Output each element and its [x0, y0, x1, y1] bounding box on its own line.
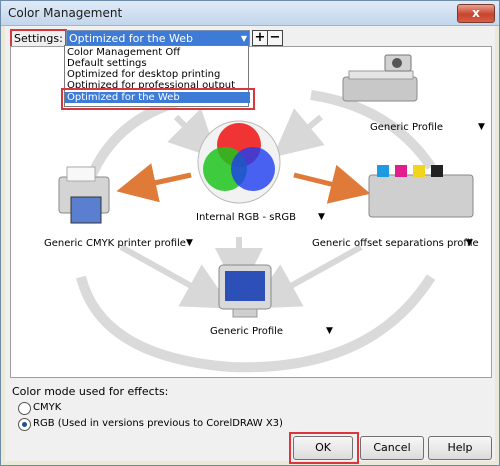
offset-press-icon	[368, 165, 474, 218]
arrow-to-offset	[293, 164, 371, 204]
add-preset-button[interactable]: +	[252, 30, 268, 46]
monitor-profile-dropdown-icon[interactable]: ▼	[326, 326, 333, 336]
option-desktop-printing[interactable]: Optimized for desktop printing	[67, 69, 220, 80]
rgb-radio-label[interactable]: RGB (Used in versions previous to CorelD…	[33, 418, 283, 429]
close-button[interactable]: x	[457, 4, 495, 23]
cancel-button[interactable]: Cancel	[360, 436, 424, 460]
internal-rgb-label[interactable]: Internal RGB - sRGB	[196, 212, 296, 223]
printer-profile-label[interactable]: Generic CMYK printer profile	[44, 238, 186, 249]
offset-profile-label[interactable]: Generic offset separations profile	[312, 238, 479, 249]
selected-option-highlight	[61, 88, 255, 110]
monitor-profile-label[interactable]: Generic Profile	[210, 326, 283, 337]
arrow-to-printer	[116, 163, 192, 203]
settings-combo-value: Optimized for the Web	[69, 32, 193, 45]
arrow-in-top-left	[167, 108, 218, 159]
option-color-management-off[interactable]: Color Management Off	[67, 47, 180, 58]
scanner-icon	[342, 54, 418, 102]
cmyk-radio-label[interactable]: CMYK	[33, 402, 61, 413]
offset-profile-dropdown-icon[interactable]: ▼	[466, 238, 473, 248]
scanner-profile-label[interactable]: Generic Profile	[370, 122, 443, 133]
arrow-in-top-right	[272, 108, 325, 158]
chevron-down-icon[interactable]: ▼	[241, 31, 247, 46]
window-title: Color Management	[8, 6, 123, 20]
arrow-down-left	[119, 244, 232, 309]
option-default-settings[interactable]: Default settings	[67, 58, 147, 69]
scanner-profile-dropdown-icon[interactable]: ▼	[478, 122, 485, 132]
help-button[interactable]: Help	[428, 436, 492, 460]
effects-mode-label: Color mode used for effects:	[12, 385, 169, 398]
title-bar: Color Management x	[1, 1, 499, 26]
monitor-icon	[218, 264, 272, 318]
rgb-radio[interactable]	[18, 418, 31, 431]
cmyk-radio[interactable]	[18, 402, 31, 415]
arrow-down-right	[250, 244, 363, 309]
printer-profile-dropdown-icon[interactable]: ▼	[186, 238, 193, 248]
printer-icon	[58, 166, 110, 224]
internal-rgb-dropdown-icon[interactable]: ▼	[318, 212, 325, 222]
remove-preset-button[interactable]: −	[267, 30, 283, 46]
ok-button[interactable]: OK	[293, 436, 353, 460]
